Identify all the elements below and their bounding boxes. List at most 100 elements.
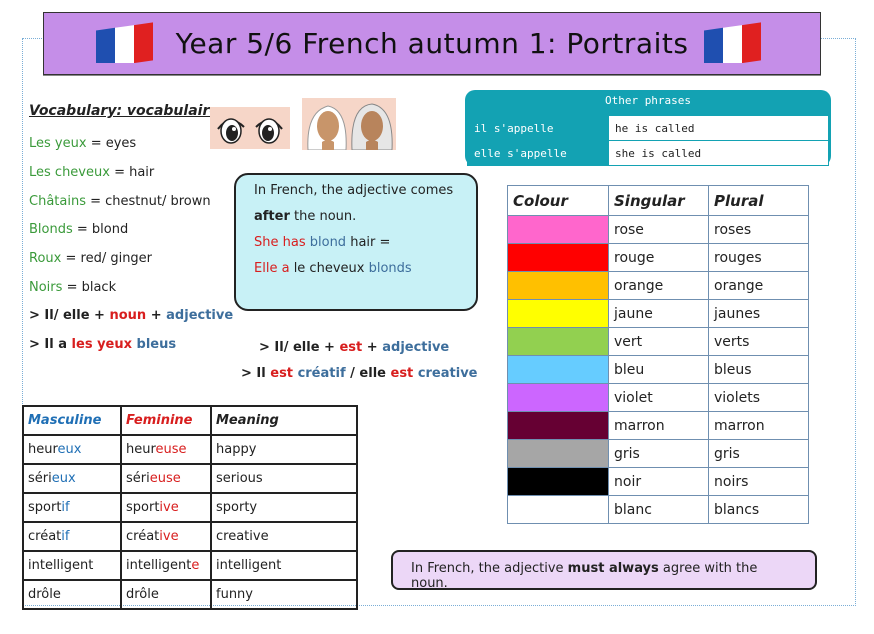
feminine-cell: sportive <box>120 492 212 523</box>
phrase-en: he is called <box>608 115 829 141</box>
colour-plural: blancs <box>708 495 809 524</box>
vocab-item: Roux = red/ ginger <box>29 251 153 266</box>
colour-plural: roses <box>708 215 809 244</box>
colour-swatch <box>507 299 609 328</box>
colour-plural: orange <box>708 271 809 300</box>
colour-plural: jaunes <box>708 299 809 328</box>
colour-plural: bleus <box>708 355 809 384</box>
table-row: heureux heureuse happy <box>22 434 358 465</box>
meaning-cell: serious <box>210 463 358 494</box>
masculine-cell: sportif <box>22 492 122 523</box>
agreement-note: In French, the adjective must always agr… <box>391 550 817 591</box>
phrase-fr: elle s'appelle <box>467 140 609 166</box>
masculine-cell: sérieux <box>22 463 122 494</box>
vocab-item: Châtains = chestnut/ brown <box>29 194 211 209</box>
column-header: Meaning <box>210 405 358 436</box>
meaning-cell: sporty <box>210 492 358 523</box>
meaning-cell: creative <box>210 521 358 552</box>
phrase-fr: il s'appelle <box>467 115 609 141</box>
table-header-row: Masculine Feminine Meaning <box>22 405 358 436</box>
masculine-cell: drôle <box>22 579 122 610</box>
grammar-rule: > Il est créatif / elle est creative <box>241 366 478 381</box>
colour-swatch <box>507 327 609 356</box>
callout-line: In French, the adjective comes <box>254 183 454 198</box>
callout-example-fr: Elle a le cheveux blonds <box>254 261 412 276</box>
grammar-rule: > Il/ elle + noun + adjective <box>29 308 234 323</box>
table-row: rose roses <box>507 215 809 244</box>
colour-singular: rose <box>608 215 709 244</box>
column-header: Feminine <box>120 405 212 436</box>
column-header: Singular <box>608 185 709 216</box>
colour-swatch <box>507 467 609 496</box>
colour-singular: jaune <box>608 299 709 328</box>
table-header-row: Colour Singular Plural <box>507 185 809 216</box>
colour-swatch <box>507 439 609 468</box>
table-row: créatif créative creative <box>22 521 358 552</box>
colour-singular: orange <box>608 271 709 300</box>
table-row: orange orange <box>507 271 809 300</box>
phrase-en: she is called <box>608 140 829 166</box>
colour-singular: bleu <box>608 355 709 384</box>
table-row: il s'appelle he is called <box>467 115 829 141</box>
masculine-cell: créatif <box>22 521 122 552</box>
french-flag-icon <box>704 22 761 63</box>
feminine-cell: sérieuse <box>120 463 212 494</box>
colour-plural: marron <box>708 411 809 440</box>
feminine-cell: intelligente <box>120 550 212 581</box>
table-row: intelligent intelligente intelligent <box>22 550 358 581</box>
table-row: noir noirs <box>507 467 809 496</box>
colour-singular: rouge <box>608 243 709 272</box>
colour-plural: rouges <box>708 243 809 272</box>
meaning-cell: happy <box>210 434 358 465</box>
feminine-cell: créative <box>120 521 212 552</box>
colour-singular: gris <box>608 439 709 468</box>
colour-swatch <box>507 271 609 300</box>
colour-swatch <box>507 495 609 524</box>
other-phrases-table: il s'appelle he is called elle s'appelle… <box>467 115 829 166</box>
title-banner: Year 5/6 French autumn 1: Portraits <box>43 12 821 75</box>
vocab-item: Blonds = blond <box>29 222 129 237</box>
callout-line: after the noun. <box>254 209 357 224</box>
feminine-cell: heureuse <box>120 434 212 465</box>
table-row: vert verts <box>507 327 809 356</box>
grammar-rule: > Il a les yeux bleus <box>29 337 177 352</box>
table-row: violet violets <box>507 383 809 412</box>
eyes-illustration <box>210 107 290 149</box>
column-header: Plural <box>708 185 809 216</box>
table-row: marron marron <box>507 411 809 440</box>
vocab-item: Les cheveux = hair <box>29 165 155 180</box>
column-header: Masculine <box>22 405 122 436</box>
colour-plural: verts <box>708 327 809 356</box>
callout-example-en: She has blond hair = <box>254 235 391 250</box>
colour-swatch <box>507 383 609 412</box>
meaning-cell: intelligent <box>210 550 358 581</box>
vocab-heading: Vocabulary: vocabulaire <box>29 103 219 119</box>
vocab-item: Noirs = black <box>29 280 117 295</box>
colour-singular: violet <box>608 383 709 412</box>
adjective-position-callout: In French, the adjective comes after the… <box>234 173 478 311</box>
adjectives-table: Masculine Feminine Meaning heureux heure… <box>22 405 358 610</box>
colour-swatch <box>507 243 609 272</box>
table-row: drôle drôle funny <box>22 579 358 610</box>
table-row: blanc blancs <box>507 495 809 524</box>
meaning-cell: funny <box>210 579 358 610</box>
colour-swatch <box>507 355 609 384</box>
other-phrases-title: Other phrases <box>604 94 692 107</box>
colour-swatch <box>507 411 609 440</box>
colours-table: Colour Singular Plural rose roses rouge ro… <box>507 185 809 524</box>
colour-singular: blanc <box>608 495 709 524</box>
table-row: sportif sportive sporty <box>22 492 358 523</box>
faces-illustration <box>302 98 396 150</box>
colour-plural: violets <box>708 383 809 412</box>
colour-singular: vert <box>608 327 709 356</box>
masculine-cell: intelligent <box>22 550 122 581</box>
table-row: jaune jaunes <box>507 299 809 328</box>
masculine-cell: heureux <box>22 434 122 465</box>
table-row: bleu bleus <box>507 355 809 384</box>
colour-plural: gris <box>708 439 809 468</box>
grammar-rule: > Il/ elle + est + adjective <box>259 340 450 355</box>
table-row: rouge rouges <box>507 243 809 272</box>
table-row: sérieux sérieuse serious <box>22 463 358 494</box>
vocab-item: Les yeux = eyes <box>29 136 137 151</box>
feminine-cell: drôle <box>120 579 212 610</box>
